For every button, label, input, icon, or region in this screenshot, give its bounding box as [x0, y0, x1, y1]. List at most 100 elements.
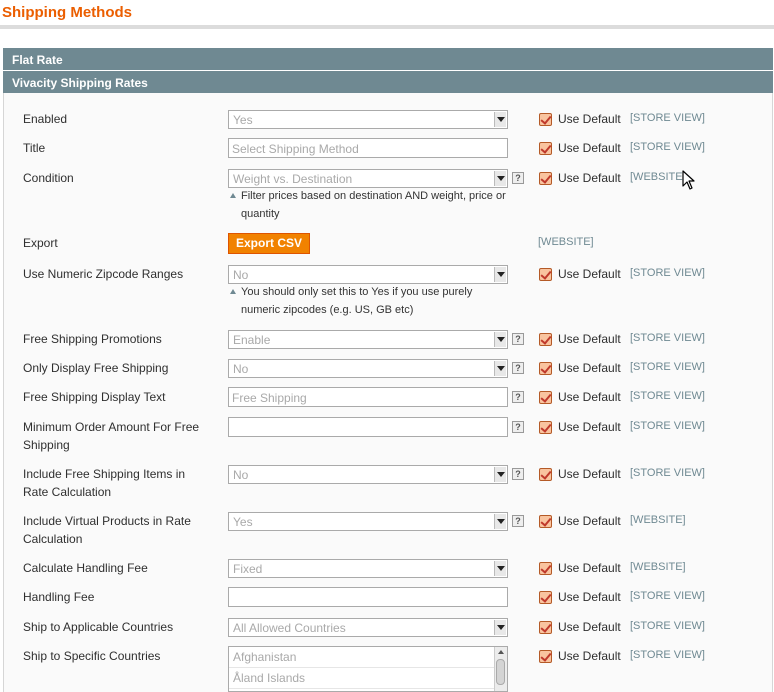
free-promos-scope: [STORE VIEW] — [630, 332, 705, 344]
only-free-use-default-checkbox[interactable] — [539, 362, 552, 375]
chevron-down-icon — [494, 112, 506, 127]
only-free-use-default-label: Use Default — [558, 361, 621, 375]
export-label: Export — [23, 236, 58, 250]
specific-countries-multiselect[interactable]: Afghanistan Åland Islands — [228, 646, 508, 692]
free-text-use-default-label: Use Default — [558, 390, 621, 404]
help-icon[interactable]: ? — [512, 468, 524, 480]
numeric-zip-note: You should only set this to Yes if you u… — [230, 283, 520, 319]
section-flat-rate-header[interactable]: Flat Rate — [3, 48, 773, 70]
handling-fee-use-default-checkbox[interactable] — [539, 591, 552, 604]
title-use-default-checkbox[interactable] — [539, 142, 552, 155]
section-vivacity-header[interactable]: Vivacity Shipping Rates — [3, 71, 773, 93]
enabled-scope: [STORE VIEW] — [630, 112, 705, 124]
condition-note: Filter prices based on destination AND w… — [230, 187, 520, 223]
chevron-down-icon — [494, 332, 506, 347]
help-icon[interactable]: ? — [512, 421, 524, 433]
numeric-zip-note-line2: numeric zipcodes (e.g. US, GB etc) — [241, 304, 414, 316]
handling-type-use-default-checkbox[interactable] — [539, 562, 552, 575]
enabled-use-default-label: Use Default — [558, 112, 621, 126]
specific-countries-label: Ship to Specific Countries — [23, 649, 161, 663]
chevron-down-icon — [494, 561, 506, 576]
condition-select[interactable]: Weight vs. Destination — [228, 169, 508, 188]
applicable-countries-label: Ship to Applicable Countries — [23, 620, 174, 634]
export-csv-button[interactable]: Export CSV — [228, 233, 310, 254]
numeric-zip-use-default-checkbox[interactable] — [539, 268, 552, 281]
chevron-down-icon — [494, 171, 506, 186]
free-promos-select[interactable]: Enable — [228, 330, 508, 349]
handling-type-select[interactable]: Fixed — [228, 559, 508, 578]
numeric-zip-scope: [STORE VIEW] — [630, 267, 705, 279]
mouse-cursor-icon — [682, 170, 695, 190]
include-virtual-use-default-checkbox[interactable] — [539, 515, 552, 528]
enabled-label: Enabled — [23, 112, 68, 126]
condition-scope: [WEBSITE] — [630, 171, 686, 183]
title-input[interactable]: Select Shipping Method — [228, 138, 508, 158]
title-label: Title — [23, 141, 46, 155]
enabled-select-value: Yes — [233, 113, 253, 127]
condition-use-default-label: Use Default — [558, 171, 621, 185]
applicable-countries-select-value: All Allowed Countries — [233, 621, 346, 635]
min-order-use-default-checkbox[interactable] — [539, 421, 552, 434]
numeric-zip-use-default-label: Use Default — [558, 267, 621, 281]
include-virtual-use-default-label: Use Default — [558, 514, 621, 528]
applicable-countries-select[interactable]: All Allowed Countries — [228, 618, 508, 637]
applicable-countries-use-default-checkbox[interactable] — [539, 621, 552, 634]
help-icon[interactable]: ? — [512, 391, 524, 403]
numeric-zip-note-line1: You should only set this to Yes if you u… — [241, 286, 473, 298]
handling-fee-input[interactable] — [228, 587, 508, 607]
include-virtual-label-line1: Include Virtual Products in Rate — [23, 514, 191, 528]
only-free-label: Only Display Free Shipping — [23, 361, 169, 375]
enabled-use-default-checkbox[interactable] — [539, 113, 552, 126]
include-free-use-default-checkbox[interactable] — [539, 468, 552, 481]
free-promos-use-default-checkbox[interactable] — [539, 333, 552, 346]
numeric-zip-label: Use Numeric Zipcode Ranges — [23, 267, 184, 281]
help-icon[interactable]: ? — [512, 172, 524, 184]
free-text-input[interactable]: Free Shipping — [228, 387, 508, 407]
include-free-use-default-label: Use Default — [558, 467, 621, 481]
chevron-down-icon — [494, 620, 506, 635]
min-order-input[interactable] — [228, 417, 508, 437]
scrollbar-thumb[interactable] — [496, 659, 505, 685]
min-order-scope: [STORE VIEW] — [630, 420, 705, 432]
specific-countries-use-default-checkbox[interactable] — [539, 650, 552, 663]
title-scope: [STORE VIEW] — [630, 141, 705, 153]
handling-fee-scope: [STORE VIEW] — [630, 590, 705, 602]
handling-type-scope: [WEBSITE] — [630, 561, 686, 573]
include-free-label-line1: Include Free Shipping Items in — [23, 467, 186, 481]
help-icon[interactable]: ? — [512, 362, 524, 374]
export-scope: [WEBSITE] — [538, 236, 594, 248]
free-text-label: Free Shipping Display Text — [23, 390, 166, 404]
include-free-label: Include Free Shipping Items in Rate Calcu… — [23, 465, 213, 501]
include-free-scope: [STORE VIEW] — [630, 467, 705, 479]
only-free-scope: [STORE VIEW] — [630, 361, 705, 373]
include-virtual-scope: [WEBSITE] — [630, 514, 686, 526]
include-virtual-select[interactable]: Yes — [228, 512, 508, 531]
only-free-select[interactable]: No — [228, 359, 508, 378]
condition-use-default-checkbox[interactable] — [539, 172, 552, 185]
min-order-label-line1: Minimum Order Amount For Free — [23, 420, 200, 434]
page-title: Shipping Methods — [2, 4, 132, 21]
country-option[interactable]: Afghanistan — [229, 647, 507, 668]
chevron-down-icon — [494, 467, 506, 482]
include-free-select[interactable]: No — [228, 465, 508, 484]
title-divider — [0, 25, 774, 29]
scroll-up-icon[interactable] — [498, 650, 504, 654]
only-free-select-value: No — [233, 362, 249, 376]
chevron-down-icon — [494, 267, 506, 282]
specific-countries-scope: [STORE VIEW] — [630, 649, 705, 661]
handling-type-label: Calculate Handling Fee — [23, 561, 148, 575]
multiselect-scrollbar[interactable] — [494, 647, 507, 691]
free-text-use-default-checkbox[interactable] — [539, 391, 552, 404]
min-order-label-line2: Shipping — [23, 438, 70, 452]
enabled-select[interactable]: Yes — [228, 110, 508, 129]
include-free-select-value: No — [233, 468, 249, 482]
numeric-zip-select[interactable]: No — [228, 265, 508, 284]
help-icon[interactable]: ? — [512, 515, 524, 527]
help-icon[interactable]: ? — [512, 333, 524, 345]
specific-countries-use-default-label: Use Default — [558, 649, 621, 663]
handling-fee-label: Handling Fee — [23, 590, 95, 604]
country-option[interactable]: Åland Islands — [229, 668, 507, 689]
chevron-down-icon — [494, 361, 506, 376]
chevron-down-icon — [494, 514, 506, 529]
free-promos-label: Free Shipping Promotions — [23, 332, 162, 346]
